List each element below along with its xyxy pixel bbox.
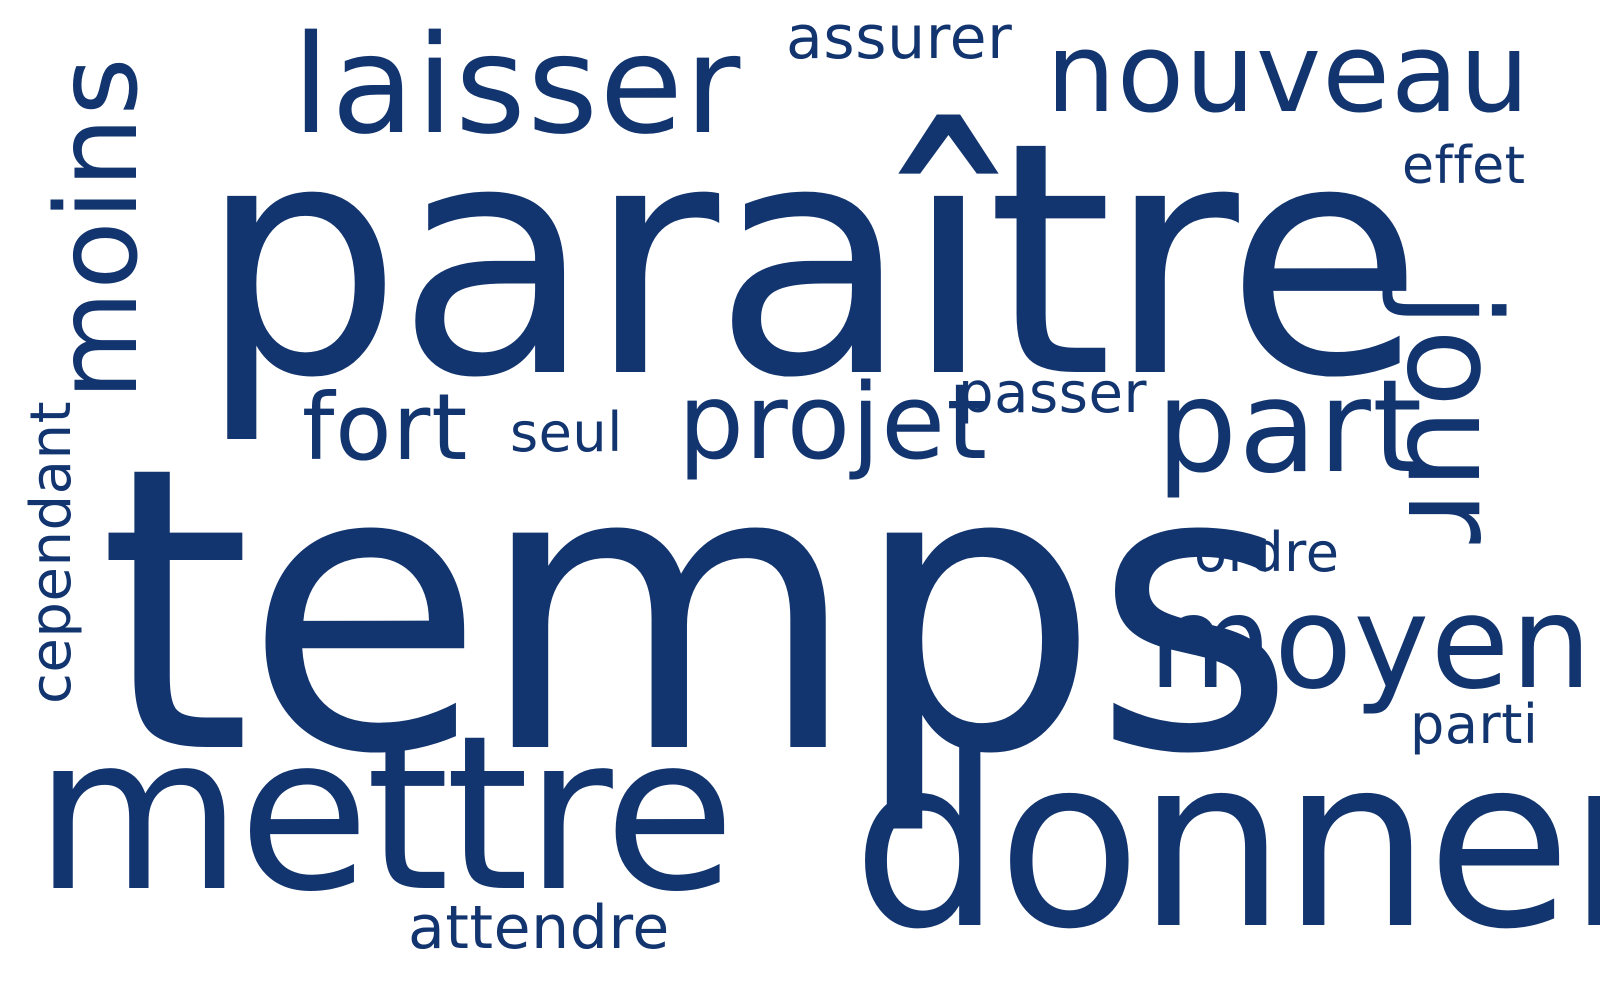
word-attendre: attendre	[408, 893, 670, 963]
word-moins: moins	[33, 56, 163, 400]
word-mettre: mettre	[34, 690, 735, 939]
word-cloud: laisser assurer nouveau effet paraître m…	[0, 0, 1600, 1000]
word-donner: donner	[852, 706, 1600, 981]
word-jour: jour	[1378, 292, 1527, 545]
word-cependant: cependant	[19, 400, 84, 704]
word-assurer: assurer	[786, 3, 1013, 73]
word-effet: effet	[1402, 136, 1526, 196]
word-moyen: moyen	[1148, 569, 1594, 718]
